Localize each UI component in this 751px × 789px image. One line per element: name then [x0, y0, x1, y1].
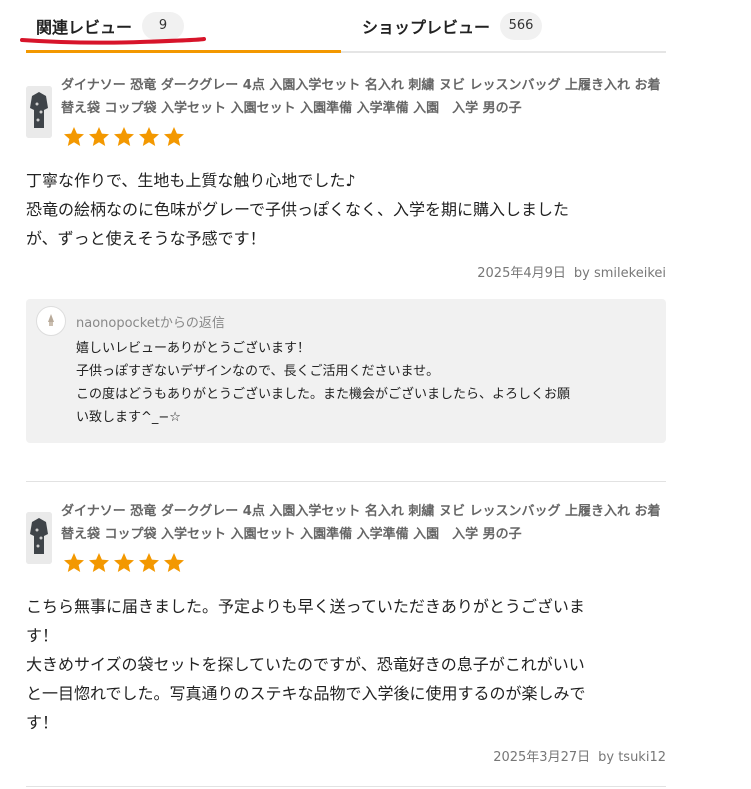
star-icon [89, 127, 109, 146]
review-author: by smilekeikei [573, 266, 666, 281]
review-divider [26, 481, 666, 482]
tab-shop-reviews-count: 566 [500, 12, 543, 40]
star-icon [139, 553, 159, 572]
star-icon [164, 553, 184, 572]
tab-related-reviews[interactable]: 関連レビュー 9 [36, 10, 185, 42]
star-icon [164, 127, 184, 146]
review-date: 2025年3月27日 [493, 750, 591, 765]
review-meta: 2025年4月9日 by smilekeikei [26, 263, 666, 285]
tab-related-reviews-count: 9 [142, 12, 185, 40]
review-card: ダイナソー 恐竜 ダークグレー 4点 入園入学セット 名入れ 刺繍 ヌビ レッス… [26, 70, 666, 443]
shop-logo-icon [36, 306, 66, 336]
product-row: ダイナソー 恐竜 ダークグレー 4点 入園入学セット 名入れ 刺繍 ヌビ レッス… [26, 496, 666, 582]
review-body: 丁寧な作りで、生地も上質な触り心地でした♪ 恐竜の絵柄なのに色味がグレーで子供っ… [26, 171, 570, 248]
product-thumbnail[interactable] [26, 512, 52, 564]
tab-shop-reviews[interactable]: ショップレビュー 566 [362, 10, 543, 42]
shop-reply: naonopocketからの返信 嬉しいレビューありがとうございます！ 子供っぽ… [26, 299, 666, 443]
star-icon [89, 553, 109, 572]
active-tab-indicator [26, 50, 341, 53]
product-row: ダイナソー 恐竜 ダークグレー 4点 入園入学セット 名入れ 刺繍 ヌビ レッス… [26, 70, 666, 156]
review-date: 2025年4月9日 [477, 266, 566, 281]
tab-shop-reviews-label: ショップレビュー [362, 18, 491, 37]
product-name-link[interactable]: ダイナソー 恐竜 ダークグレー 4点 入園入学セット 名入れ 刺繍 ヌビ レッス… [61, 74, 666, 120]
review-meta: 2025年3月27日 by tsuki12 [26, 747, 666, 769]
reply-text: 嬉しいレビューありがとうございます！ 子供っぽすぎないデザインなので、長くご活用… [76, 341, 571, 425]
star-icon [64, 127, 84, 146]
star-icon [64, 553, 84, 572]
review-tabs: 関連レビュー 9 ショップレビュー 566 [26, 0, 666, 54]
reply-header: naonopocketからの返信 [36, 306, 646, 336]
star-rating [62, 551, 187, 575]
review-card: ダイナソー 恐竜 ダークグレー 4点 入園入学セット 名入れ 刺繍 ヌビ レッス… [26, 496, 666, 769]
star-rating [62, 125, 187, 149]
review-body: こちら無事に届きました。予定よりも早く送っていただきありがとうございま す！ 大… [26, 597, 586, 732]
star-icon [114, 127, 134, 146]
product-thumbnail[interactable] [26, 86, 52, 138]
review-divider [26, 786, 666, 787]
reply-from: naonopocketからの返信 [76, 315, 225, 331]
product-name-link[interactable]: ダイナソー 恐竜 ダークグレー 4点 入園入学セット 名入れ 刺繍 ヌビ レッス… [61, 500, 666, 546]
review-author: by tsuki12 [598, 750, 666, 765]
tab-related-reviews-label: 関連レビュー [36, 18, 133, 37]
star-icon [114, 553, 134, 572]
star-icon [139, 127, 159, 146]
